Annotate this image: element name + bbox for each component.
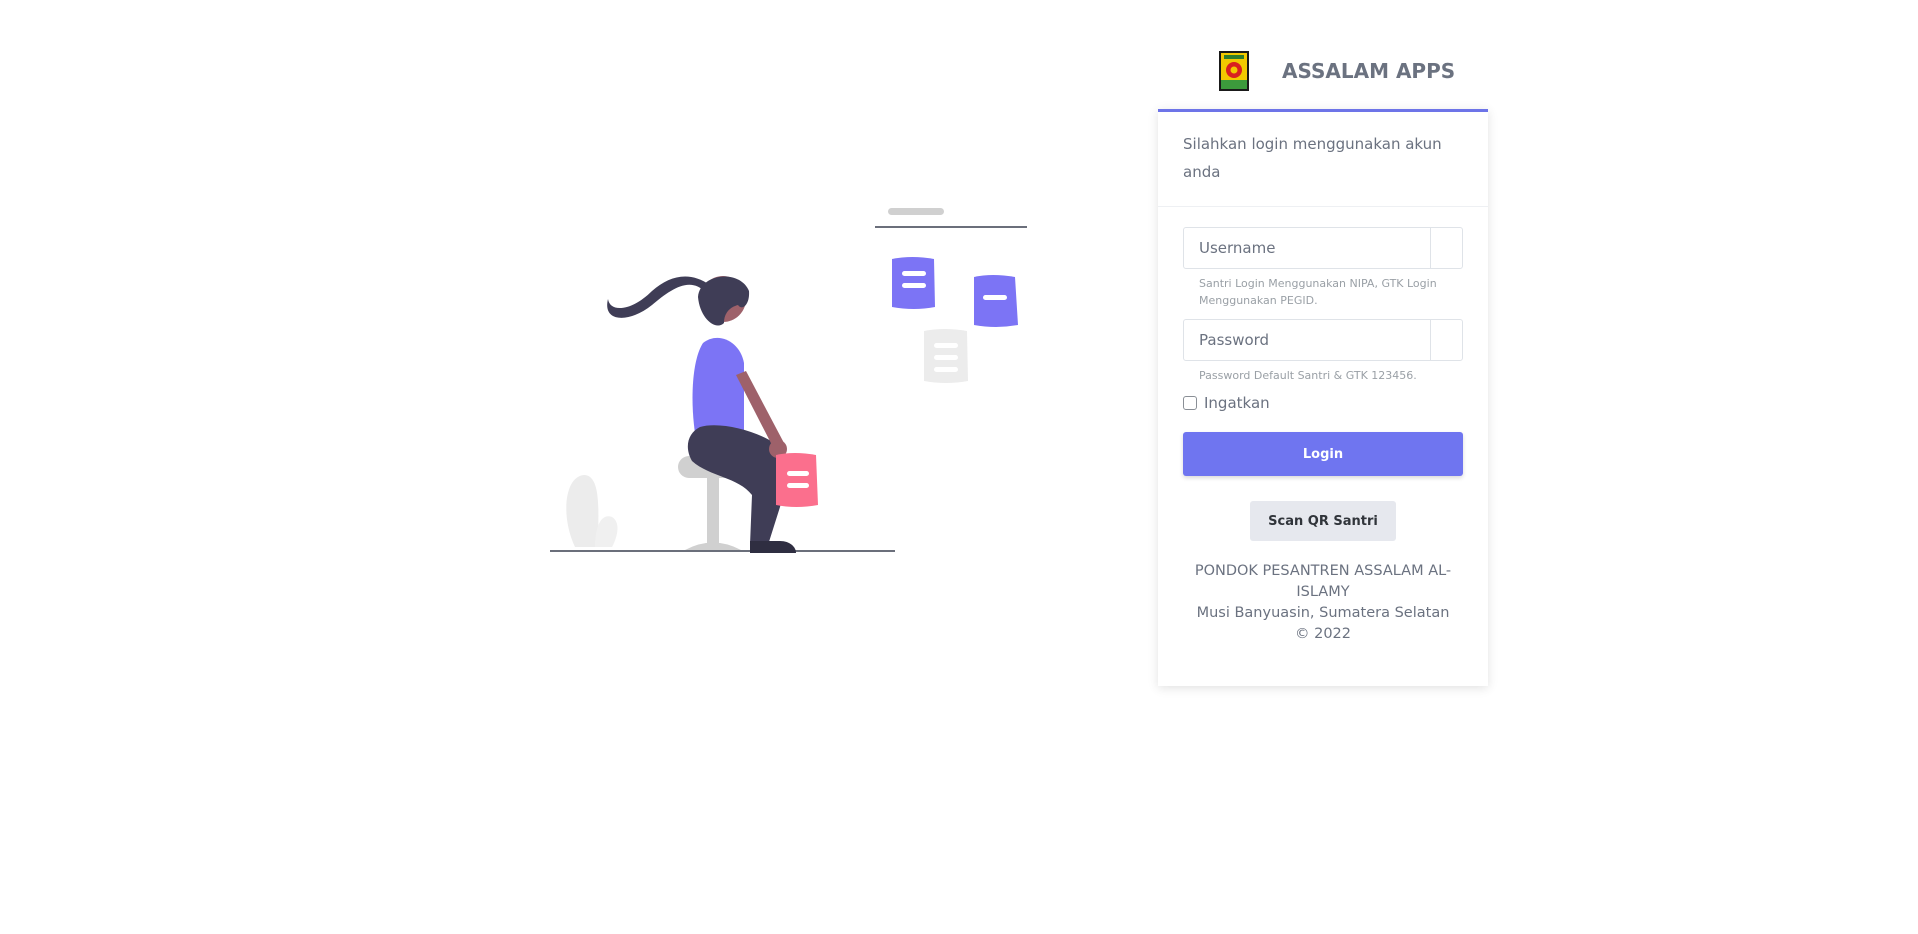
login-intro-text: Silahkan login menggunakan akun anda — [1183, 135, 1442, 181]
username-group — [1183, 227, 1463, 269]
note-purple-1-icon — [892, 257, 935, 309]
note-pink-icon — [776, 453, 818, 507]
remember-checkbox[interactable] — [1183, 396, 1197, 410]
remember-label[interactable]: Ingatkan — [1204, 394, 1270, 412]
password-input[interactable] — [1184, 320, 1430, 360]
card-header: Silahkan login menggunakan akun anda — [1158, 112, 1488, 207]
remember-row: Ingatkan — [1183, 394, 1463, 412]
card-footer: PONDOK PESANTREN ASSALAM AL-ISLAMY Musi … — [1183, 561, 1463, 645]
seated-woman-icon — [607, 276, 796, 553]
login-form: Santri Login Menggunakan NIPA, GTK Login… — [1158, 207, 1488, 645]
pesantren-emblem-icon — [1219, 51, 1249, 91]
institution-name: PONDOK PESANTREN ASSALAM AL-ISLAMY — [1194, 563, 1452, 600]
note-purple-2-icon — [974, 275, 1018, 327]
plant-icon — [566, 475, 618, 547]
shelf-bar-icon — [888, 208, 944, 215]
password-hint: Password Default Santri & GTK 123456. — [1199, 369, 1417, 382]
username-hint: Santri Login Menggunakan NIPA, GTK Login… — [1199, 277, 1437, 307]
app-name: ASSALAM APPS — [1282, 59, 1456, 83]
scan-qr-button[interactable]: Scan QR Santri — [1250, 501, 1396, 541]
copyright: © 2022 — [1294, 626, 1351, 642]
login-button[interactable]: Login — [1183, 432, 1463, 476]
password-group — [1183, 319, 1463, 361]
username-addon — [1430, 228, 1462, 268]
note-grey-icon — [924, 329, 968, 383]
login-illustration — [550, 208, 1027, 553]
password-addon — [1430, 320, 1462, 360]
qr-wrap: Scan QR Santri — [1183, 501, 1463, 541]
institution-location: Musi Banyuasin, Sumatera Selatan — [1196, 605, 1450, 621]
brand-header: ASSALAM APPS — [1218, 50, 1455, 92]
login-card: Silahkan login menggunakan akun anda San… — [1158, 109, 1488, 686]
username-input[interactable] — [1184, 228, 1430, 268]
